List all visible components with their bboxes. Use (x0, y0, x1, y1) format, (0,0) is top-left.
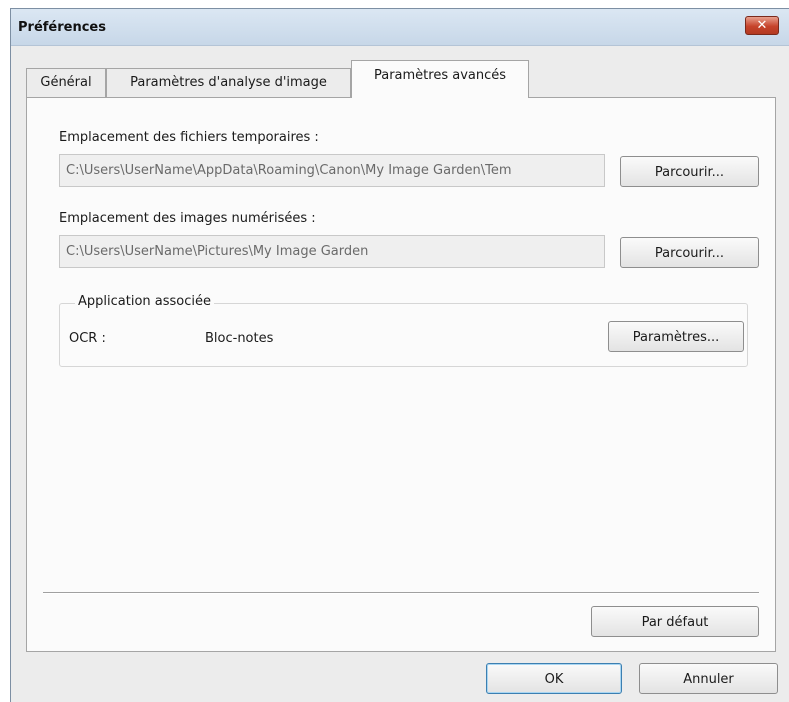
tab-general[interactable]: Général (26, 68, 106, 97)
preferences-dialog: Préférences ✕ Général Paramètres d'analy… (10, 8, 789, 702)
panel-separator (43, 592, 759, 594)
tab-advanced-settings[interactable]: Paramètres avancés (351, 60, 529, 98)
tab-label: Paramètres d'analyse d'image (130, 75, 327, 90)
ocr-label: OCR : (69, 331, 106, 346)
restore-defaults-button[interactable]: Par défaut (591, 606, 759, 637)
title-bar[interactable]: Préférences ✕ (11, 9, 789, 46)
advanced-settings-panel: Emplacement des fichiers temporaires : C… (26, 97, 776, 652)
temp-files-browse-button[interactable]: Parcourir... (620, 156, 759, 187)
associated-app-settings-button[interactable]: Paramètres... (608, 321, 744, 352)
scanned-images-browse-button[interactable]: Parcourir... (620, 237, 759, 268)
cancel-button[interactable]: Annuler (639, 663, 778, 694)
ok-button[interactable]: OK (486, 663, 622, 694)
close-icon: ✕ (756, 18, 768, 33)
scanned-images-path-field[interactable]: C:\Users\UserName\Pictures\My Image Gard… (59, 235, 605, 268)
window-title: Préférences (18, 20, 106, 35)
temp-files-path-field[interactable]: C:\Users\UserName\AppData\Roaming\Canon\… (59, 154, 605, 187)
temp-files-location-label: Emplacement des fichiers temporaires : (59, 130, 319, 145)
ocr-application-value: Bloc-notes (205, 331, 274, 346)
tab-label: Général (40, 75, 92, 90)
associated-application-group-label: Application associée (75, 294, 214, 309)
tab-label: Paramètres avancés (373, 68, 507, 83)
scanned-images-location-label: Emplacement des images numérisées : (59, 211, 316, 226)
close-button[interactable]: ✕ (745, 16, 779, 35)
tab-image-analysis-settings[interactable]: Paramètres d'analyse d'image (106, 68, 351, 97)
